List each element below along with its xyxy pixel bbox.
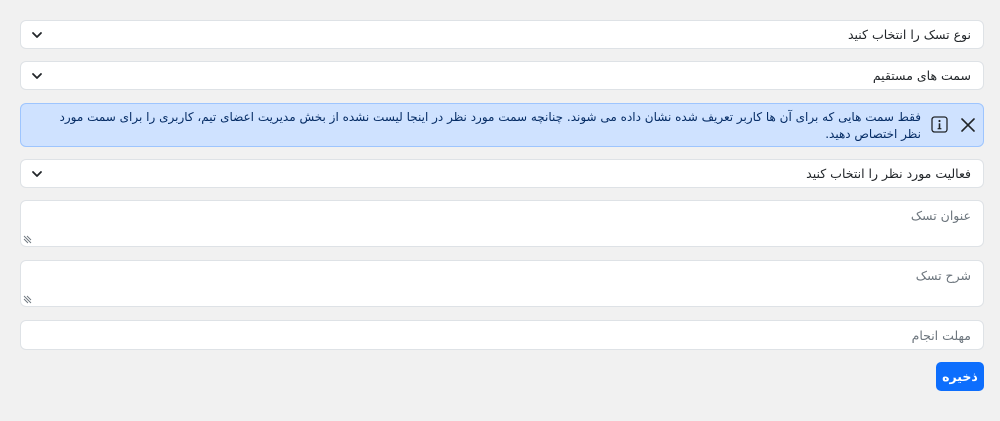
task-type-select-value: نوع تسک را انتخاب کنید [847,27,971,42]
task-type-select[interactable]: نوع تسک را انتخاب کنید [20,20,984,49]
resize-handle-icon[interactable] [23,235,32,244]
activity-select[interactable]: فعالیت مورد نظر را انتخاب کنید [20,159,984,188]
chevron-down-icon [32,73,42,79]
task-description-textarea[interactable]: شرح تسک [20,260,984,307]
info-icon [931,116,948,133]
info-alert: فقط سمت هایی که برای آن ها کاربر تعریف ش… [20,103,984,147]
resize-handle-icon[interactable] [23,295,32,304]
position-select-value: سمت های مستقیم [872,68,971,83]
save-button[interactable]: ذخیره [936,362,984,391]
alert-message: فقط سمت هایی که برای آن ها کاربر تعریف ش… [59,110,921,141]
close-icon[interactable] [958,115,978,135]
deadline-input[interactable]: مهلت انجام [20,320,984,350]
chevron-down-icon [32,171,42,177]
task-title-textarea[interactable]: عنوان تسک [20,200,984,247]
chevron-down-icon [32,32,42,38]
deadline-placeholder: مهلت انجام [911,328,971,343]
task-title-placeholder: عنوان تسک [910,208,971,223]
activity-select-value: فعالیت مورد نظر را انتخاب کنید [806,166,971,181]
position-select[interactable]: سمت های مستقیم [20,61,984,90]
task-description-placeholder: شرح تسک [915,268,971,283]
